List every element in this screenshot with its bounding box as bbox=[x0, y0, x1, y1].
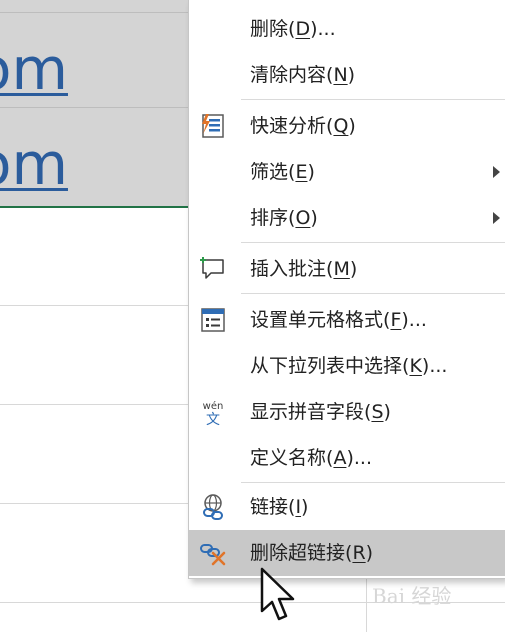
menu-separator bbox=[241, 99, 505, 100]
menu-item-label: 设置单元格格式(F)... bbox=[250, 309, 427, 331]
menu-item-format-cells[interactable]: 设置单元格格式(F)... bbox=[189, 297, 505, 343]
menu-item-remove-hyperlink[interactable]: 删除超链接(R) bbox=[189, 530, 505, 576]
menu-item-label: 显示拼音字段(S) bbox=[250, 401, 391, 423]
grid-line bbox=[0, 305, 188, 306]
menu-item-delete[interactable]: 删除(D)... bbox=[189, 6, 505, 52]
menu-item-quick-analysis[interactable]: 快速分析(Q) bbox=[189, 103, 505, 149]
grid-line bbox=[366, 578, 367, 632]
menu-separator bbox=[241, 293, 505, 294]
grid-line bbox=[0, 503, 188, 504]
menu-item-insert-comment[interactable]: 插入批注(M) bbox=[189, 246, 505, 292]
grid-line bbox=[0, 107, 200, 108]
menu-item-pick-from-dropdown[interactable]: 从下拉列表中选择(K)... bbox=[189, 343, 505, 389]
menu-item-clear-contents[interactable]: 清除内容(N) bbox=[189, 52, 505, 98]
menu-separator bbox=[241, 242, 505, 243]
submenu-arrow-icon bbox=[493, 212, 500, 224]
grid-line bbox=[0, 12, 200, 13]
phonetic-icon-bottom-text: 文 bbox=[206, 412, 220, 426]
comment-icon bbox=[200, 257, 224, 279]
watermark: Bai 经验 bbox=[372, 584, 452, 608]
submenu-arrow-icon bbox=[493, 166, 500, 178]
active-cell-border bbox=[0, 206, 200, 208]
context-menu: 删除(D)... 清除内容(N) 快速分析(Q) 筛选(E) 排序(O) 插入批… bbox=[188, 0, 505, 579]
format-cells-icon bbox=[201, 308, 225, 332]
mouse-pointer-icon bbox=[260, 567, 295, 621]
menu-item-label: 快速分析(Q) bbox=[250, 115, 356, 137]
phonetic-icon: wén 文 bbox=[203, 400, 224, 426]
menu-item-label: 删除(D)... bbox=[250, 18, 336, 40]
grid-line bbox=[0, 404, 188, 405]
remove-link-icon bbox=[200, 544, 226, 566]
menu-item-filter[interactable]: 筛选(E) bbox=[189, 149, 505, 195]
menu-item-show-phonetic[interactable]: wén 文 显示拼音字段(S) bbox=[189, 389, 505, 435]
menu-item-link[interactable]: 链接(I) bbox=[189, 484, 505, 530]
menu-item-label: 排序(O) bbox=[250, 207, 318, 229]
menu-item-sort[interactable]: 排序(O) bbox=[189, 195, 505, 241]
quick-analysis-icon bbox=[202, 114, 224, 138]
menu-item-label: 链接(I) bbox=[250, 496, 309, 518]
hyperlink-cell[interactable]: om bbox=[0, 119, 190, 209]
menu-item-define-name[interactable]: 定义名称(A)... bbox=[189, 435, 505, 481]
hyperlink-cell[interactable]: om bbox=[0, 24, 190, 114]
menu-item-label: 插入批注(M) bbox=[250, 258, 358, 280]
menu-item-label: 定义名称(A)... bbox=[250, 447, 372, 469]
menu-item-label: 从下拉列表中选择(K)... bbox=[250, 355, 448, 377]
link-icon bbox=[203, 494, 223, 520]
menu-separator bbox=[241, 482, 505, 483]
menu-item-label: 筛选(E) bbox=[250, 161, 315, 183]
phonetic-icon-top-text: wén bbox=[203, 400, 224, 412]
menu-item-label: 清除内容(N) bbox=[250, 64, 356, 86]
